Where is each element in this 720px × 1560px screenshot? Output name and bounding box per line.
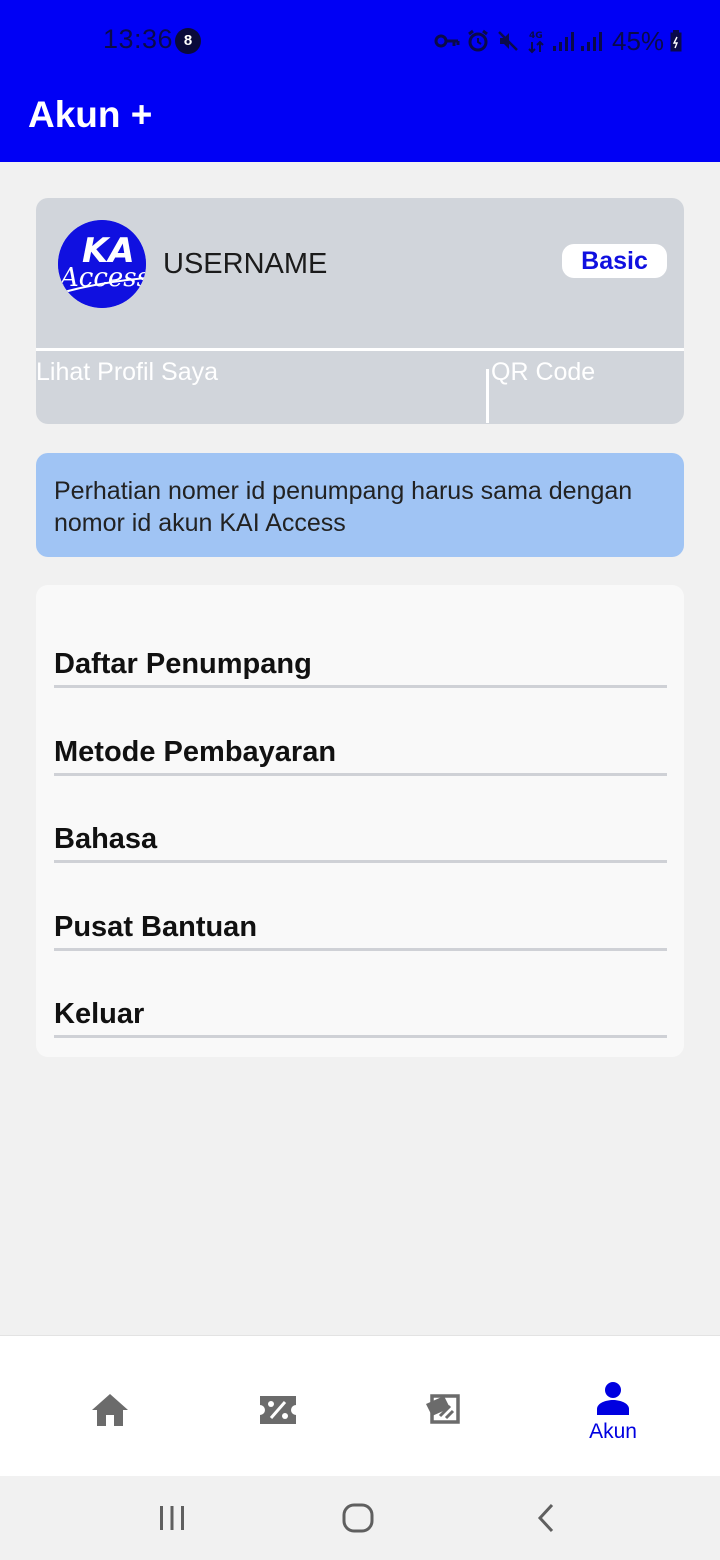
nav-account[interactable]: Akun: [553, 1336, 673, 1477]
app-bar: 13:36 8 4G 45% Akun +: [0, 0, 720, 162]
signal-bars-icon: [553, 32, 574, 51]
home-button[interactable]: [318, 1476, 398, 1560]
signal-4g-icon: 4G: [528, 31, 544, 54]
menu-item-label: Metode Pembayaran: [54, 736, 337, 768]
ticket-icon: [426, 1394, 460, 1424]
divider: [36, 348, 684, 351]
menu-item-daftar-penumpang[interactable]: Daftar Penumpang: [54, 600, 667, 688]
nav-promo[interactable]: [218, 1336, 338, 1477]
menu-item-bahasa[interactable]: Bahasa: [54, 775, 667, 863]
view-profile-link[interactable]: Lihat Profil Saya: [36, 358, 218, 387]
divider: [486, 369, 489, 423]
home-circle-icon: [342, 1503, 374, 1533]
kai-access-logo: KA Access: [58, 220, 146, 308]
menu-item-label: Daftar Penumpang: [54, 648, 312, 680]
svg-text:4G: 4G: [529, 31, 543, 41]
home-icon: [92, 1394, 128, 1426]
qr-code-link[interactable]: QR Code: [491, 358, 595, 387]
membership-tier-badge: Basic: [562, 244, 667, 278]
nav-home[interactable]: [50, 1336, 170, 1477]
notification-count-badge: 8: [175, 28, 201, 54]
menu-item-label: Keluar: [54, 998, 145, 1030]
status-bar: 13:36 8 4G 45%: [0, 0, 720, 82]
username: USERNAME: [163, 248, 328, 280]
back-button[interactable]: [506, 1476, 586, 1560]
svg-text:Access: Access: [58, 263, 146, 293]
person-icon: [597, 1382, 629, 1415]
battery-icon: [670, 30, 682, 52]
recent-apps-icon: [160, 1506, 184, 1530]
bottom-nav: Akun: [0, 1335, 720, 1477]
nav-account-label: Akun: [589, 1420, 637, 1443]
menu-item-metode-pembayaran[interactable]: Metode Pembayaran: [54, 688, 667, 776]
profile-card: KA Access USERNAME Basic Lihat Profil Sa…: [36, 198, 684, 424]
mute-icon: [498, 31, 518, 51]
menu-item-keluar[interactable]: Keluar: [54, 950, 667, 1038]
status-icons: 4G 45%: [434, 26, 682, 56]
system-nav-bar: [0, 1476, 720, 1560]
page-title: Akun +: [28, 94, 153, 135]
alarm-icon: [468, 29, 488, 52]
account-menu: Daftar Penumpang Metode Pembayaran Bahas…: [36, 585, 684, 1057]
nav-tickets[interactable]: [383, 1336, 503, 1477]
menu-item-pusat-bantuan[interactable]: Pusat Bantuan: [54, 863, 667, 951]
menu-item-label: Bahasa: [54, 823, 158, 855]
notice-banner: Perhatian nomer id penumpang harus sama …: [36, 453, 684, 557]
status-time: 13:36: [103, 24, 174, 54]
recent-apps-button[interactable]: [132, 1476, 212, 1560]
menu-item-label: Pusat Bantuan: [54, 911, 258, 943]
promo-ticket-icon: [260, 1396, 296, 1424]
back-chevron-icon: [537, 1503, 554, 1533]
vpn-key-icon: [434, 34, 460, 48]
signal-bars-icon: [581, 32, 602, 51]
battery-percent: 45%: [612, 25, 665, 56]
